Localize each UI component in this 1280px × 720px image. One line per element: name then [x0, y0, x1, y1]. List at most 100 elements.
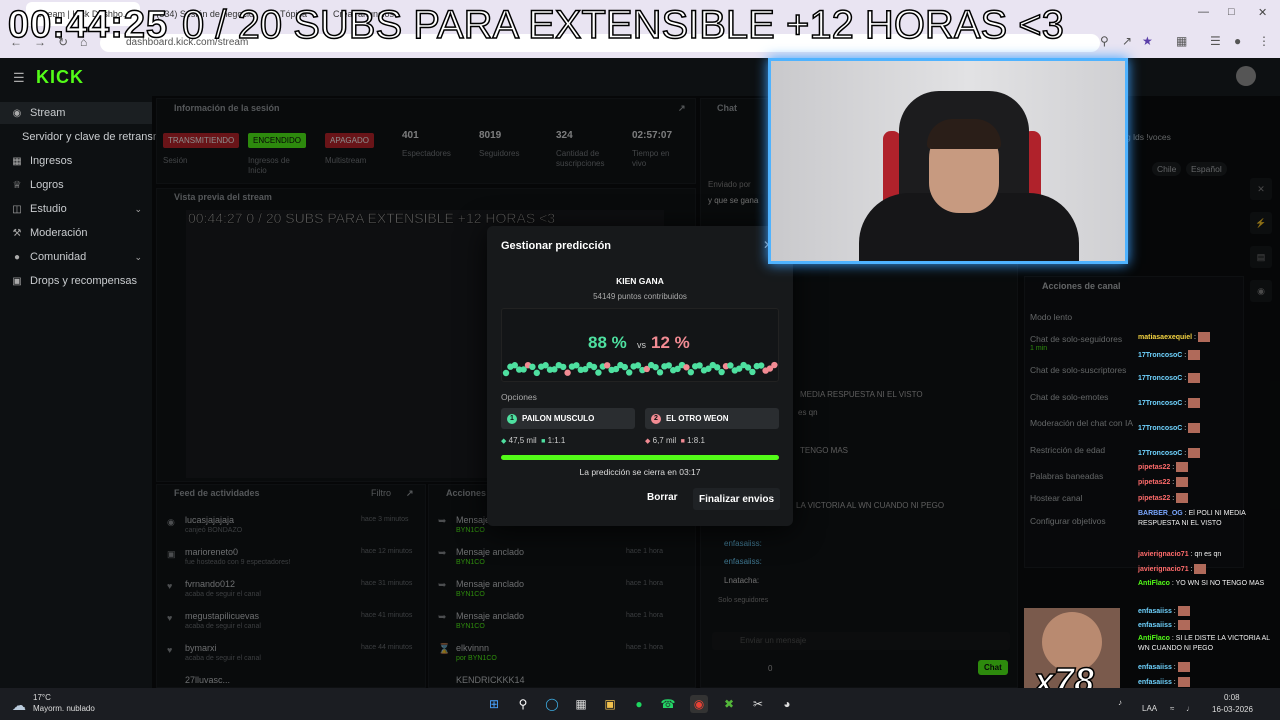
chat-username[interactable]: javierignacio71	[1138, 566, 1189, 573]
emote-icon	[1176, 477, 1189, 487]
chat-username[interactable]: 17TroncosoC	[1138, 450, 1182, 457]
prediction-timer-fill	[501, 455, 779, 460]
chat-username[interactable]: 17TroncosoC	[1138, 425, 1182, 432]
chat-username[interactable]: 17TroncosoC	[1138, 375, 1182, 382]
points-icon: ◆	[645, 438, 651, 445]
chat-message: 17TroncosoC :	[1138, 423, 1278, 434]
prediction-bubble	[590, 363, 598, 371]
chat-message: javierignacio71 : qn es qn	[1138, 551, 1222, 558]
sidebar-item-label: Ingresos	[30, 155, 73, 167]
snipping-icon[interactable]: ✂	[749, 695, 767, 713]
chat-message: 17TroncosoC :	[1138, 448, 1278, 459]
sidebar-item-community[interactable]: ● Comunidad ⌄	[0, 246, 152, 268]
emote-icon	[1188, 398, 1201, 408]
sidebar-item-achievements[interactable]: ♕ Logros	[0, 174, 152, 196]
chat-message: enfasaiiss :	[1138, 677, 1278, 688]
sidebar-item-moderation[interactable]: ⚒ Moderación	[0, 222, 152, 244]
chat-username[interactable]: 17TroncosoC	[1138, 400, 1182, 407]
extensions-icon[interactable]: ▦	[1176, 34, 1187, 48]
prediction-bubble	[718, 368, 725, 376]
finish-submissions-button[interactable]: Finalizar envios	[693, 488, 781, 510]
gift-icon: ▣	[12, 275, 22, 287]
sidebar-item-stream[interactable]: ◉ Stream	[0, 102, 152, 124]
chat-username[interactable]: pipetas22	[1138, 495, 1170, 502]
store-icon[interactable]: ▦	[572, 695, 590, 713]
share-icon[interactable]: ↗	[1122, 34, 1132, 48]
volume-icon[interactable]: ♩	[1186, 704, 1194, 713]
chat-message: enfasaiiss :	[1138, 606, 1278, 617]
trophy-icon: ♕	[12, 179, 22, 191]
emote-icon	[1177, 662, 1190, 672]
bookmark-star-icon[interactable]: ★	[1142, 34, 1153, 48]
points-icon: ◆	[501, 438, 507, 445]
chat-username[interactable]: enfasaiiss	[1138, 679, 1172, 686]
weather-desc: Mayorm. nublado	[33, 704, 95, 713]
language-indicator[interactable]: LAA	[1142, 704, 1157, 713]
chat-message: pipetas22 :	[1138, 477, 1278, 488]
prediction-bubble	[749, 368, 756, 376]
chrome-icon[interactable]: ◉	[690, 695, 708, 713]
windows-start-icon[interactable]: ⊞	[485, 695, 503, 713]
wifi-icon[interactable]: ≈	[1170, 704, 1174, 713]
chat-username[interactable]: BARBER_OG	[1138, 510, 1183, 517]
chat-username[interactable]: matiasaexequiel	[1138, 334, 1192, 341]
prediction-bubble	[683, 364, 690, 371]
prediction-bubble	[634, 362, 642, 369]
stream-icon: ◉	[12, 107, 22, 119]
menu-icon[interactable]: ⋮	[1258, 34, 1270, 48]
sidebar-item-label: Drops y recompensas	[30, 275, 137, 287]
webcam-overlay	[768, 58, 1128, 264]
overlay-goal-text: 0 / 20 SUBS PARA EXTENSIBLE +12 HORAS <3	[181, 2, 1064, 48]
chat-username[interactable]: javierignacio71	[1138, 551, 1189, 558]
zoom-icon[interactable]: ⚲	[1100, 34, 1109, 48]
ratio-icon: ■	[541, 438, 546, 445]
sidebar-item-server-key[interactable]: Servidor y clave de retransmisión	[0, 126, 185, 148]
studio-icon: ◫	[12, 203, 22, 215]
mic-icon[interactable]: ♪	[1118, 698, 1122, 707]
edge-icon[interactable]: ◯	[543, 695, 561, 713]
prediction-bubble	[727, 362, 734, 369]
chat-text: qn es qn	[1194, 551, 1222, 558]
hamburger-icon[interactable]: ☰	[13, 70, 25, 86]
sidebar-item-income[interactable]: ▦ Ingresos	[0, 150, 152, 172]
chat-username[interactable]: enfasaiiss	[1138, 664, 1172, 671]
sidebar-item-studio[interactable]: ◫ Estudio ⌄	[0, 198, 152, 220]
maximize-icon[interactable]: □	[1228, 6, 1235, 18]
chat-message: 17TroncosoC :	[1138, 398, 1278, 409]
weather-cloud-icon[interactable]: ☁	[12, 697, 26, 714]
emote-icon	[1188, 448, 1201, 458]
chat-username[interactable]: pipetas22	[1138, 479, 1170, 486]
screen: Stream | Kick Dashbo... (534) Sesión de …	[0, 0, 1280, 720]
chat-username[interactable]: enfasaiiss	[1138, 622, 1172, 629]
chat-username[interactable]: AntiFlaco	[1138, 635, 1170, 642]
profile-icon[interactable]: ●	[1234, 34, 1241, 48]
chat-username[interactable]: enfasaiiss	[1138, 608, 1172, 615]
minimize-icon[interactable]: —	[1198, 6, 1209, 18]
folder-icon[interactable]: ▣	[601, 695, 619, 713]
emote-icon	[1188, 423, 1201, 433]
chat-username[interactable]: pipetas22	[1138, 464, 1170, 471]
sidebar-item-drops[interactable]: ▣ Drops y recompensas	[0, 270, 152, 292]
prediction-chart: 88 % vs 12 %	[501, 308, 779, 382]
xbox-icon[interactable]: ✖	[720, 695, 738, 713]
option-number: 2	[651, 413, 661, 424]
emote-icon	[1188, 350, 1201, 360]
avatar[interactable]	[1236, 66, 1256, 86]
spotify-icon[interactable]: ●	[630, 695, 648, 713]
whatsapp-icon[interactable]: ☎	[659, 695, 677, 713]
emote-icon	[1177, 620, 1190, 630]
sidebar: ◉ Stream Servidor y clave de retransmisi…	[0, 96, 185, 688]
clear-button[interactable]: Borrar	[647, 492, 678, 503]
kick-logo[interactable]: KICK	[36, 67, 84, 88]
modal-title: Gestionar predicción	[501, 240, 612, 252]
option-label: EL OTRO WEON	[666, 414, 729, 423]
chat-username[interactable]: AntiFlaco	[1138, 580, 1170, 587]
people-icon: ●	[13, 251, 21, 263]
prediction-bubble	[626, 369, 633, 376]
sidebar-item-label: Stream	[30, 107, 66, 119]
close-icon[interactable]: ✕	[1258, 6, 1267, 19]
search-icon[interactable]: ⚲	[514, 695, 532, 713]
obs-icon[interactable]: ◕	[778, 695, 796, 713]
media-icon[interactable]: ☰	[1210, 34, 1221, 48]
chat-username[interactable]: 17TroncosoC	[1138, 352, 1182, 359]
